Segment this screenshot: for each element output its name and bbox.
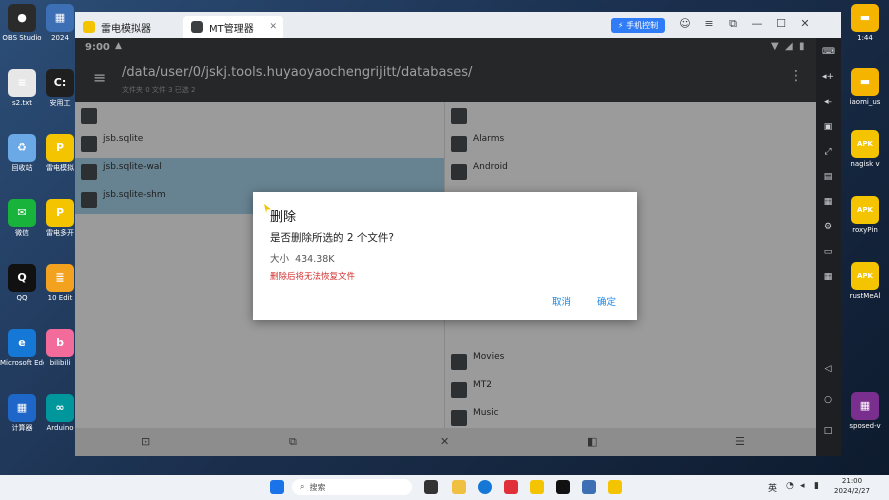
- desktop-app-icon: ▦: [46, 4, 74, 32]
- minimize-icon[interactable]: —: [749, 17, 765, 30]
- desktop-app-icon: b: [46, 329, 74, 357]
- desktop-app-icon: ≡: [8, 69, 36, 97]
- more-icon[interactable]: ▦: [822, 271, 834, 283]
- desktop-icon-label: roxyPin: [852, 226, 878, 234]
- desktop-icon-right-5[interactable]: ▦ sposed-v: [843, 392, 887, 430]
- tab-mt-manager[interactable]: MT管理器 ✕: [183, 16, 283, 38]
- back-icon[interactable]: ◁: [822, 363, 834, 375]
- start-icon[interactable]: [270, 480, 284, 494]
- folder-icon[interactable]: ▭: [822, 246, 834, 258]
- desktop-icon-label: rustMeAl: [849, 292, 881, 300]
- size-value: 434.38K: [295, 254, 335, 265]
- desktop-app-icon: APK: [851, 196, 879, 224]
- tab-mt-manager-label: MT管理器: [209, 23, 254, 35]
- dialog-title: 删除: [270, 210, 297, 225]
- desktop-app-icon: ▬: [851, 68, 879, 96]
- tab-emulator[interactable]: 雷电模拟器: [75, 16, 180, 38]
- desktop-icon-right-1[interactable]: ▬ iaomi_us: [843, 68, 887, 106]
- home-icon[interactable]: ○: [822, 394, 834, 406]
- account-icon[interactable]: ☺: [677, 17, 693, 30]
- size-label: 大小: [270, 254, 290, 265]
- record-icon[interactable]: ▤: [822, 171, 834, 183]
- desktop-icon-right-4[interactable]: APK rustMeAl: [843, 262, 887, 300]
- multi-instance-icon[interactable]: ▦: [822, 196, 834, 208]
- desktop-app-icon: ♻: [8, 134, 36, 162]
- fullscreen-icon[interactable]: ⤢: [822, 146, 834, 158]
- keyboard-icon[interactable]: ⌨: [822, 46, 835, 58]
- lightning-icon: ⚡: [617, 21, 624, 30]
- speaker-icon[interactable]: ◂: [800, 481, 805, 491]
- desktop-app-icon: Q: [8, 264, 36, 292]
- ldplayer-multi-icon[interactable]: [608, 480, 622, 494]
- desktop-app-icon: ≣: [46, 264, 74, 292]
- desktop-app-icon: ▦: [851, 392, 879, 420]
- desktop-app-icon: APK: [851, 262, 879, 290]
- close-icon[interactable]: ✕: [797, 17, 813, 30]
- desktop-app-icon: ∞: [46, 394, 74, 422]
- tab-emulator-label: 雷电模拟器: [101, 23, 151, 35]
- dialog-size: 大小 434.38K: [270, 251, 335, 265]
- ldplayer-icon[interactable]: [530, 480, 544, 494]
- screenshot-icon[interactable]: ▣: [822, 121, 834, 133]
- desktop-app-icon: C:: [46, 69, 74, 97]
- network-icon[interactable]: ◔: [786, 481, 794, 491]
- emulator-logo-icon: [83, 21, 95, 33]
- dialog-warning: 删除后将无法恢复文件: [270, 272, 356, 282]
- desktop-icon-label: sposed-v: [849, 422, 881, 430]
- emulator-side-toolbar: ⌨ ◂+ ◂- ▣ ⤢ ▤ ▦ ⚙ ▭ ▦ ◁ ○ □: [816, 38, 841, 456]
- dx-icon[interactable]: [504, 480, 518, 494]
- mt-manager-icon: [191, 21, 203, 33]
- desktop-app-icon: P: [46, 199, 74, 227]
- desktop-icon-right-2[interactable]: APK nagisk v: [843, 130, 887, 168]
- search-label: 搜索: [309, 482, 326, 492]
- app-icon[interactable]: [582, 480, 596, 494]
- desktop-app-icon: ▦: [8, 394, 36, 422]
- settings-icon[interactable]: ⚙: [822, 221, 834, 233]
- desktop-app-icon: P: [46, 134, 74, 162]
- cancel-button[interactable]: 取消: [552, 294, 571, 308]
- volume-down-icon[interactable]: ◂-: [822, 96, 834, 108]
- edge-icon[interactable]: [478, 480, 492, 494]
- phone-control-button[interactable]: ⚡ 手机控制: [611, 18, 665, 33]
- dialog-message: 是否删除所选的 2 个文件?: [270, 232, 394, 244]
- confirm-button[interactable]: 确定: [597, 294, 616, 308]
- taskbar-date[interactable]: 2024/2/27: [826, 487, 878, 495]
- recents-icon[interactable]: □: [822, 425, 834, 437]
- desktop-app-icon: ●: [8, 4, 36, 32]
- phone-control-label: 手机控制: [626, 21, 659, 30]
- task-view-icon[interactable]: [424, 480, 438, 494]
- delete-dialog: 删除 是否删除所选的 2 个文件? 大小 434.38K 删除后将无法恢复文件 …: [253, 192, 637, 320]
- taskbar-search[interactable]: ⌕ 搜索: [292, 479, 412, 495]
- windows-taskbar: ⌕ 搜索 英 ◔ ◂ ▮ 21:00 2024/2/27: [0, 475, 889, 500]
- menu-icon[interactable]: ≡: [701, 17, 717, 30]
- maximize-icon[interactable]: ☐: [773, 17, 789, 30]
- desktop-app-icon: ✉: [8, 199, 36, 227]
- desktop-icon-label: 1:44: [857, 34, 873, 42]
- qq-icon[interactable]: [556, 480, 570, 494]
- desktop-app-icon: APK: [851, 130, 879, 158]
- desktop-icon-label: iaomi_us: [849, 98, 881, 106]
- tab-close-icon[interactable]: ✕: [269, 22, 277, 32]
- desktop-icon-right-0[interactable]: ▬ 1:44: [843, 4, 887, 42]
- restore-icon[interactable]: ⧉: [725, 17, 741, 31]
- emulator-tab-bar: 雷电模拟器 MT管理器 ✕ ⚡ 手机控制 ☺ ≡ ⧉ — ☐ ✕: [75, 12, 841, 38]
- desktop-app-icon: ▬: [851, 4, 879, 32]
- desktop-icon-label: nagisk v: [850, 160, 880, 168]
- taskbar-time[interactable]: 21:00: [832, 477, 872, 485]
- volume-up-icon[interactable]: ◂+: [822, 71, 834, 83]
- desktop-app-icon: e: [8, 329, 36, 357]
- input-language[interactable]: 英: [768, 481, 777, 494]
- battery-tray-icon[interactable]: ▮: [814, 481, 819, 491]
- desktop-icon-right-3[interactable]: APK roxyPin: [843, 196, 887, 234]
- explorer-icon[interactable]: [452, 480, 466, 494]
- search-icon: ⌕: [300, 482, 305, 491]
